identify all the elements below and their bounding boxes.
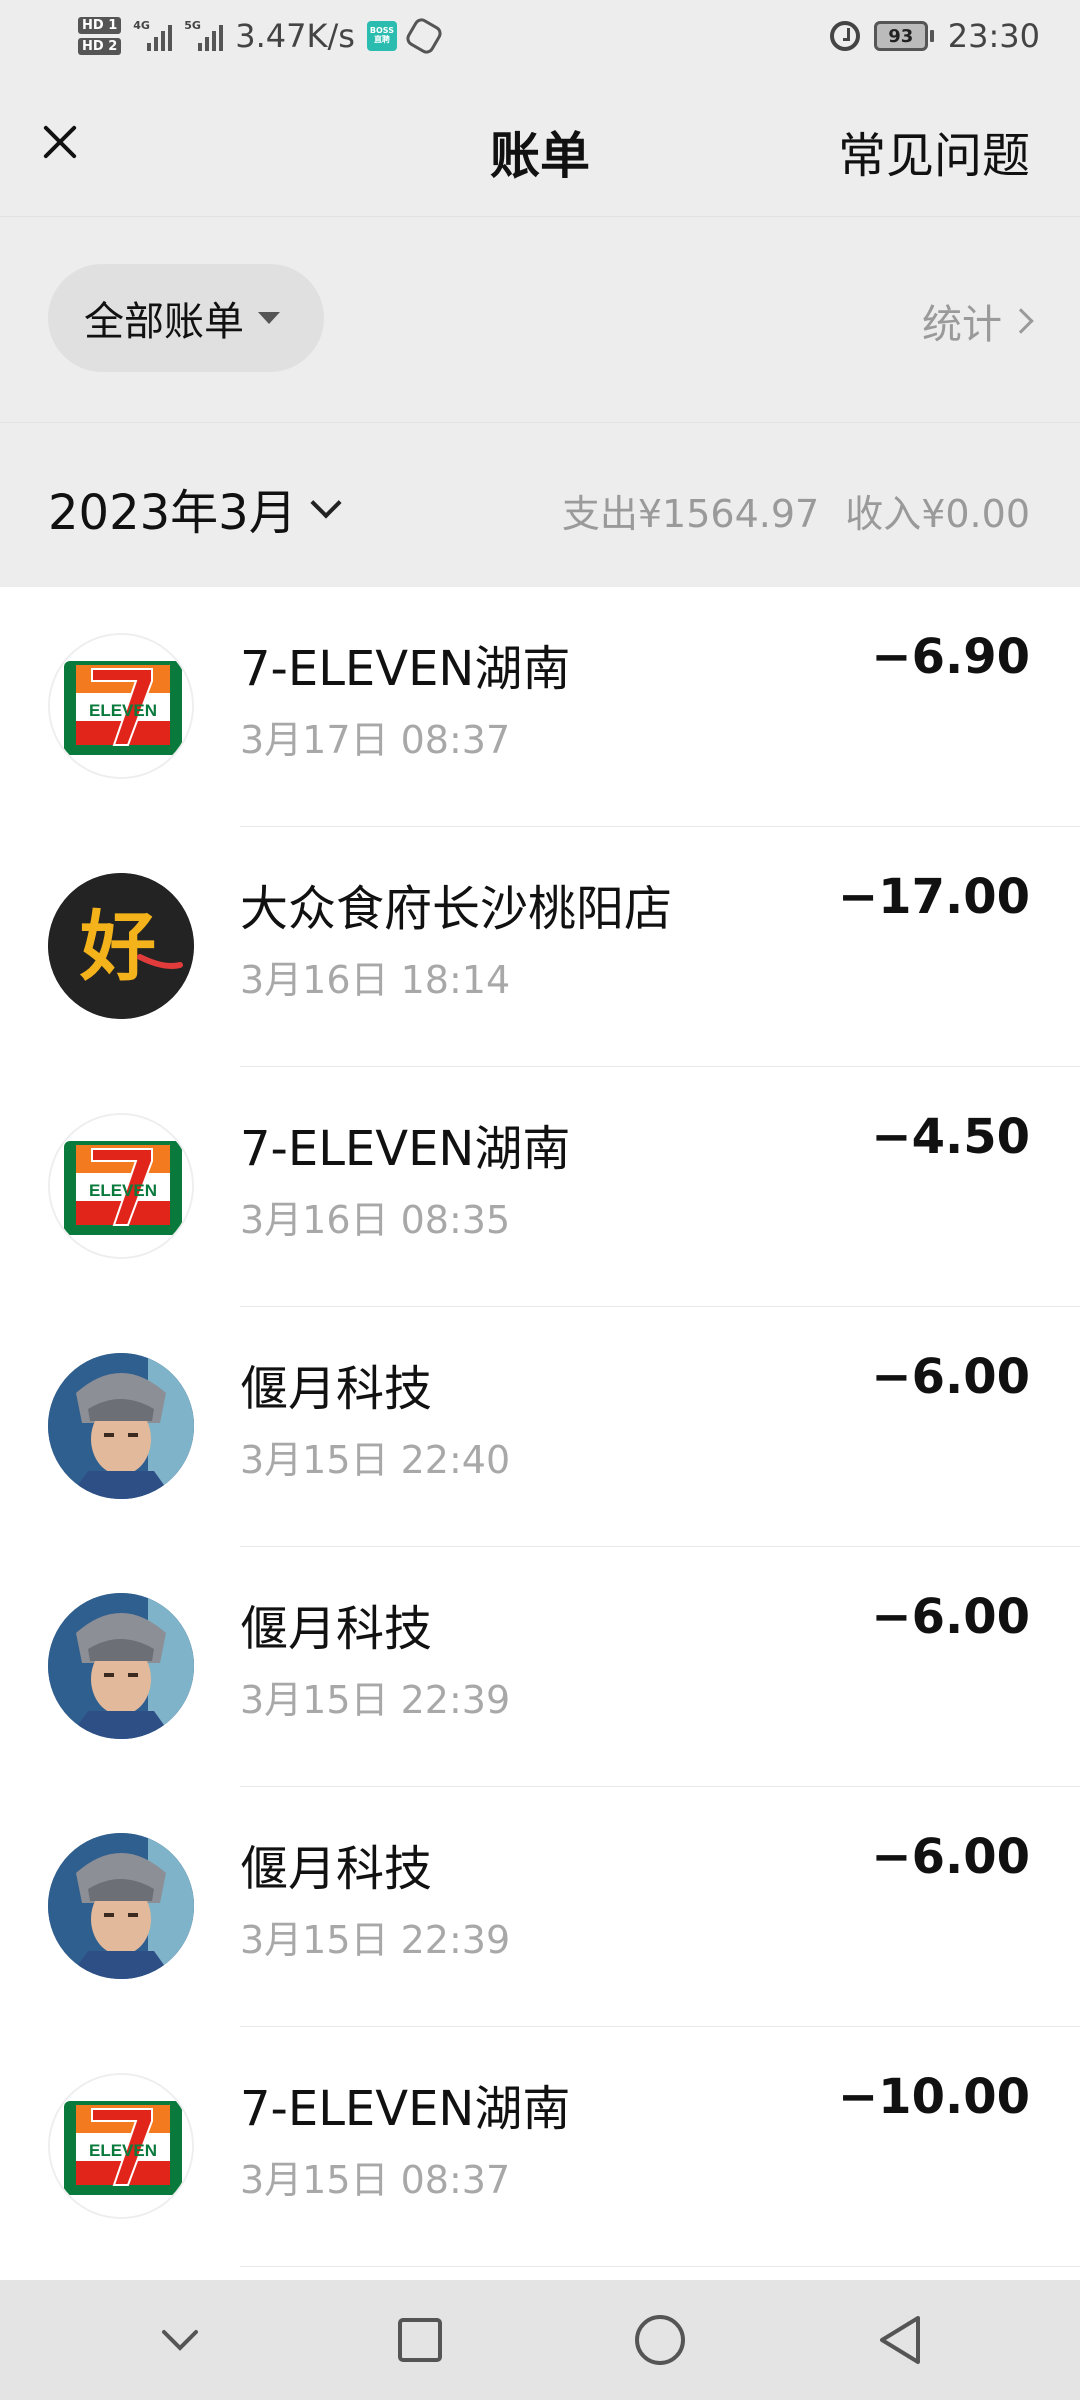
merchant-name: 7-ELEVEN湖南	[240, 2081, 571, 2137]
net-type-1: 4G	[133, 19, 150, 32]
transaction-row[interactable]: ELEVEN 7-ELEVEN湖南 3月16日 08:35 −4.50	[0, 1067, 1080, 1307]
seven-eleven-logo-icon: ELEVEN	[48, 1113, 194, 1259]
merchant-name: 大众食府长沙桃阳店	[240, 881, 673, 937]
transaction-amount: −6.00	[871, 1589, 1030, 1645]
hd1-badge: HD 1	[78, 17, 122, 34]
battery-icon: 93	[873, 21, 934, 51]
month-summary: 支出¥1564.97 收入¥0.00	[562, 483, 1030, 538]
transaction-time: 3月15日 22:39	[240, 1678, 511, 1722]
stats-label: 统计	[922, 302, 1002, 348]
battery-level: 93	[873, 21, 928, 51]
transaction-row[interactable]: 偃月科技 3月15日 22:39 −6.00	[0, 1787, 1080, 2027]
clock: 23:30	[947, 17, 1040, 55]
svg-text:ELEVEN: ELEVEN	[89, 1181, 157, 1200]
transaction-row[interactable]: 偃月科技 3月15日 22:40 −6.00	[0, 1307, 1080, 1547]
svg-text:好: 好	[79, 902, 156, 991]
month-header: 2023年3月 支出¥1564.97 收入¥0.00	[0, 422, 1080, 587]
circle-icon[interactable]	[620, 2300, 700, 2380]
transaction-amount: −17.00	[837, 869, 1030, 925]
net-type-2: 5G	[184, 19, 201, 32]
transaction-time: 3月15日 22:40	[240, 1438, 511, 1482]
hd-indicator: HD 1 HD 2	[78, 17, 122, 55]
alarm-icon	[829, 21, 860, 51]
square-icon[interactable]	[380, 2300, 460, 2380]
game-avatar-icon	[48, 1833, 194, 1979]
transaction-amount: −6.00	[871, 1829, 1030, 1885]
seven-eleven-logo-icon: ELEVEN	[48, 633, 194, 779]
transaction-time: 3月15日 08:37	[240, 2158, 511, 2202]
game-avatar-icon	[48, 1353, 194, 1499]
transaction-amount: −6.90	[871, 629, 1030, 685]
svg-text:ELEVEN: ELEVEN	[89, 2141, 157, 2160]
title-bar: 账单 常见问题	[0, 72, 1080, 217]
svg-text:ELEVEN: ELEVEN	[89, 701, 157, 720]
transaction-row[interactable]: ELEVEN 7-ELEVEN湖南 3月15日 08:37 −10.00	[0, 2027, 1080, 2267]
back-triangle-icon[interactable]	[860, 2300, 940, 2380]
transaction-amount: −4.50	[871, 1109, 1030, 1165]
faq-link[interactable]: 常见问题	[838, 116, 1030, 186]
month-expense: 支出¥1564.97	[561, 492, 820, 536]
system-nav-bar	[0, 2280, 1080, 2400]
hd2-badge: HD 2	[78, 38, 122, 55]
game-avatar-icon	[48, 1593, 194, 1739]
month-selector[interactable]: 2023年3月	[48, 473, 342, 543]
caret-down-icon	[258, 312, 280, 324]
merchant-name: 7-ELEVEN湖南	[240, 641, 571, 697]
signal-5g-icon: 5G	[184, 19, 224, 51]
transaction-time: 3月15日 22:39	[240, 1918, 511, 1962]
merchant-name: 偃月科技	[240, 1841, 433, 1897]
boss-line2: 直聘	[373, 35, 390, 44]
transaction-row[interactable]: ELEVEN 7-ELEVEN湖南 3月17日 08:37 −6.90	[0, 587, 1080, 827]
transaction-time: 3月16日 08:35	[240, 1198, 511, 1242]
chevron-down-icon[interactable]	[140, 2300, 220, 2380]
transaction-time: 3月17日 08:37	[240, 718, 511, 762]
signal-4g-icon: 4G	[133, 19, 173, 51]
status-bar: HD 1 HD 2 4G 5G 3.47K/s BOSS 直聘 93 23:30	[0, 0, 1080, 72]
transaction-time: 3月16日 18:14	[240, 958, 511, 1002]
filter-row: 全部账单 统计	[0, 218, 1080, 422]
hao-logo-icon: 好	[48, 873, 194, 1019]
transaction-list: ELEVEN 7-ELEVEN湖南 3月17日 08:37 −6.90 好 大众…	[0, 587, 1080, 2280]
chevron-right-icon	[1008, 308, 1034, 334]
boss-app-icon: BOSS 直聘	[366, 21, 397, 51]
chevron-down-icon	[310, 487, 342, 519]
transaction-amount: −6.00	[871, 1349, 1030, 1405]
month-income: 收入¥0.00	[845, 492, 1030, 536]
merchant-name: 偃月科技	[240, 1601, 433, 1657]
bill-filter-button[interactable]: 全部账单	[48, 264, 324, 372]
shield-icon	[403, 15, 445, 57]
network-speed: 3.47K/s	[235, 17, 355, 55]
month-label: 2023年3月	[48, 485, 297, 541]
transaction-row[interactable]: 偃月科技 3月15日 22:39 −6.00	[0, 1547, 1080, 1787]
merchant-name: 偃月科技	[240, 1361, 433, 1417]
seven-eleven-logo-icon: ELEVEN	[48, 2073, 194, 2219]
transaction-row[interactable]: 好 大众食府长沙桃阳店 3月16日 18:14 −17.00	[0, 827, 1080, 1067]
merchant-name: 7-ELEVEN湖南	[240, 1121, 571, 1177]
transaction-amount: −10.00	[837, 2069, 1030, 2125]
bill-filter-label: 全部账单	[84, 299, 244, 345]
stats-link[interactable]: 统计	[922, 292, 1034, 350]
